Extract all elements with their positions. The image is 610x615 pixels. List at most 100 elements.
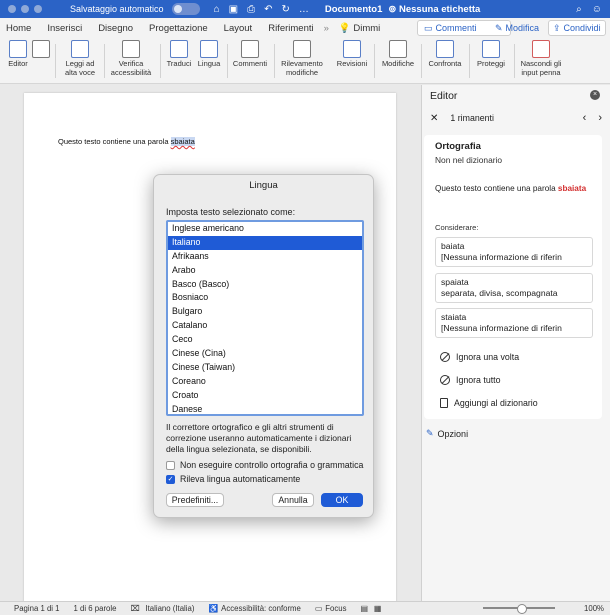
consider-label: Considerare: [435, 223, 479, 232]
tab-draw[interactable]: Disegno [98, 23, 133, 34]
language-option[interactable]: Catalano [168, 319, 362, 333]
language-option[interactable]: Croato [168, 389, 362, 403]
accessibility-check-button[interactable]: Verifica accessibilità [108, 40, 154, 77]
language-option[interactable]: Bulgaro [168, 305, 362, 319]
compare-button[interactable]: Confronta [425, 40, 465, 69]
web-layout-icon[interactable]: ▦ [374, 604, 381, 613]
zoom-window-button[interactable] [34, 5, 42, 13]
translate-button[interactable]: Traduci [164, 40, 194, 69]
language-list[interactable]: Inglese americano Italiano Afrikaans Ara… [166, 220, 364, 416]
close-icon[interactable]: × [590, 90, 600, 100]
comment-icon: ▭ [424, 22, 433, 33]
account-icon[interactable]: ☺ [592, 4, 602, 15]
defaults-button[interactable]: Predefiniti... [166, 493, 224, 507]
proofing-icon[interactable]: ⌧ [130, 604, 139, 613]
language-dialog: Lingua Imposta testo selezionato come: I… [153, 174, 374, 518]
add-to-dictionary-button[interactable]: Aggiungi al dizionario [440, 398, 538, 408]
autosave-toggle[interactable] [171, 3, 200, 15]
editor-icon [9, 40, 27, 58]
language-option[interactable]: Cinese (Taiwan) [168, 361, 362, 375]
home-icon[interactable]: ⌂ [214, 4, 220, 15]
language-option[interactable]: Basco (Basco) [168, 278, 362, 292]
minimize-window-button[interactable] [21, 5, 29, 13]
sensitivity-label[interactable]: ⊚ Nessuna etichetta [388, 4, 480, 15]
ok-button[interactable]: OK [321, 493, 363, 507]
compare-label: Confronta [428, 59, 462, 68]
status-bar: Pagina 1 di 1 1 di 6 parole ⌧ Italiano (… [0, 601, 610, 615]
suggestion-item[interactable]: staiata [Nessuna informazione di riferin [435, 308, 593, 338]
language-option[interactable]: Arabo [168, 264, 362, 278]
language-button[interactable]: Lingua [196, 40, 222, 69]
print-icon[interactable]: ⎙ [247, 4, 255, 15]
language-option[interactable]: Afrikaans [168, 250, 362, 264]
comments-ribbon-button[interactable]: Commenti [232, 40, 268, 69]
chevron-right-icon[interactable]: › [598, 112, 602, 124]
zoom-slider[interactable] [483, 604, 555, 614]
undo-icon[interactable]: ↶ [264, 4, 272, 15]
editing-mode-button[interactable]: ✎ Modifica [491, 20, 543, 36]
redo-icon[interactable]: ↻ [281, 4, 289, 15]
language-option[interactable]: Bosniaco [168, 291, 362, 305]
language-option[interactable]: Danese [168, 403, 362, 414]
tab-insert[interactable]: Inserisci [47, 23, 82, 34]
search-icon[interactable]: ⌕ [576, 4, 582, 15]
misspelled-word[interactable]: sbaiata [170, 137, 195, 146]
tab-tell-me[interactable]: 💡 Dimmi [339, 23, 380, 34]
share-button[interactable]: ⇪ Condividi [548, 20, 606, 36]
list-scrollbar[interactable] [359, 236, 362, 250]
comments-button-label: Commenti [435, 23, 477, 33]
read-aloud-button[interactable]: Leggi ad alta voce [60, 40, 100, 77]
page-count[interactable]: Pagina 1 di 1 [14, 604, 60, 613]
close-window-button[interactable] [8, 5, 16, 13]
word-count[interactable]: 1 di 6 parole [74, 604, 117, 613]
editor-ribbon-button[interactable]: Editor [6, 40, 30, 69]
spelling-card: Ortografia Non nel dizionario Questo tes… [424, 135, 602, 419]
tab-design[interactable]: Progettazione [149, 23, 208, 34]
accessibility-status[interactable]: Accessibilità: conforme [221, 604, 301, 613]
protect-button[interactable]: Proteggi [473, 40, 509, 69]
accessibility-icon[interactable]: ♿ [208, 604, 218, 613]
focus-button[interactable]: Focus [325, 604, 346, 613]
no-proofing-checkbox[interactable]: Non eseguire controllo ortografia o gram… [166, 460, 363, 470]
zoom-level[interactable]: 100% [584, 604, 604, 613]
language-status[interactable]: Italiano (Italia) [145, 604, 194, 613]
ignore-all-button[interactable]: Ignora tutto [440, 375, 501, 385]
tab-home[interactable]: Home [6, 23, 31, 34]
document-text[interactable]: Questo testo contiene una parola sbaiata [58, 137, 195, 146]
pencil-icon: ✎ [495, 22, 503, 33]
language-option[interactable]: Cinese (Cina) [168, 347, 362, 361]
cancel-button[interactable]: Annulla [272, 493, 314, 507]
reviews-button[interactable]: Revisioni [334, 40, 370, 69]
checkbox-unchecked[interactable] [166, 460, 175, 470]
language-option[interactable]: Coreano [168, 375, 362, 389]
chevron-left-icon[interactable]: ‹ [583, 112, 587, 124]
suggestion-detail: separata, divisa, scompagnata [441, 288, 558, 298]
checkmark-icon[interactable]: ✓ [166, 474, 175, 484]
save-icon[interactable]: ▣ [229, 4, 238, 15]
track-changes-icon [293, 40, 311, 58]
title-bar: Salvataggio automatico ⌂ ▣ ⎙ ↶ ↻ … Docum… [0, 0, 610, 18]
changes-label: Modifiche [381, 59, 415, 68]
window-controls[interactable] [8, 5, 42, 13]
suggestion-item[interactable]: baiata [Nessuna informazione di riferin [435, 237, 593, 267]
tab-layout[interactable]: Layout [224, 23, 253, 34]
changes-button[interactable]: Modifiche [378, 40, 418, 69]
language-option[interactable]: Ceco [168, 333, 362, 347]
spelling-options-button[interactable] [32, 40, 50, 60]
tab-references[interactable]: Riferimenti [268, 23, 313, 34]
hide-ink-button[interactable]: Nascondi gli input penna [518, 40, 564, 77]
detect-language-checkbox[interactable]: ✓ Rileva lingua automaticamente [166, 474, 300, 484]
language-option[interactable]: Inglese americano [168, 222, 362, 236]
suggestion-item[interactable]: spaiata separata, divisa, scompagnata [435, 273, 593, 303]
language-option-selected[interactable]: Italiano [168, 235, 362, 250]
options-link[interactable]: ✎ Opzioni [426, 428, 468, 439]
ignore-once-button[interactable]: Ignora una volta [440, 352, 519, 362]
more-tabs-icon[interactable]: » [324, 23, 329, 34]
focus-icon[interactable]: ▭ [315, 604, 322, 613]
compare-icon [436, 40, 454, 58]
track-changes-button[interactable]: Rilevamento modifiche [279, 40, 325, 77]
dismiss-icon[interactable]: ✕ [430, 113, 438, 124]
print-layout-icon[interactable]: ▤ [361, 604, 368, 613]
accessibility-icon [122, 40, 140, 58]
more-icon[interactable]: … [299, 4, 309, 15]
